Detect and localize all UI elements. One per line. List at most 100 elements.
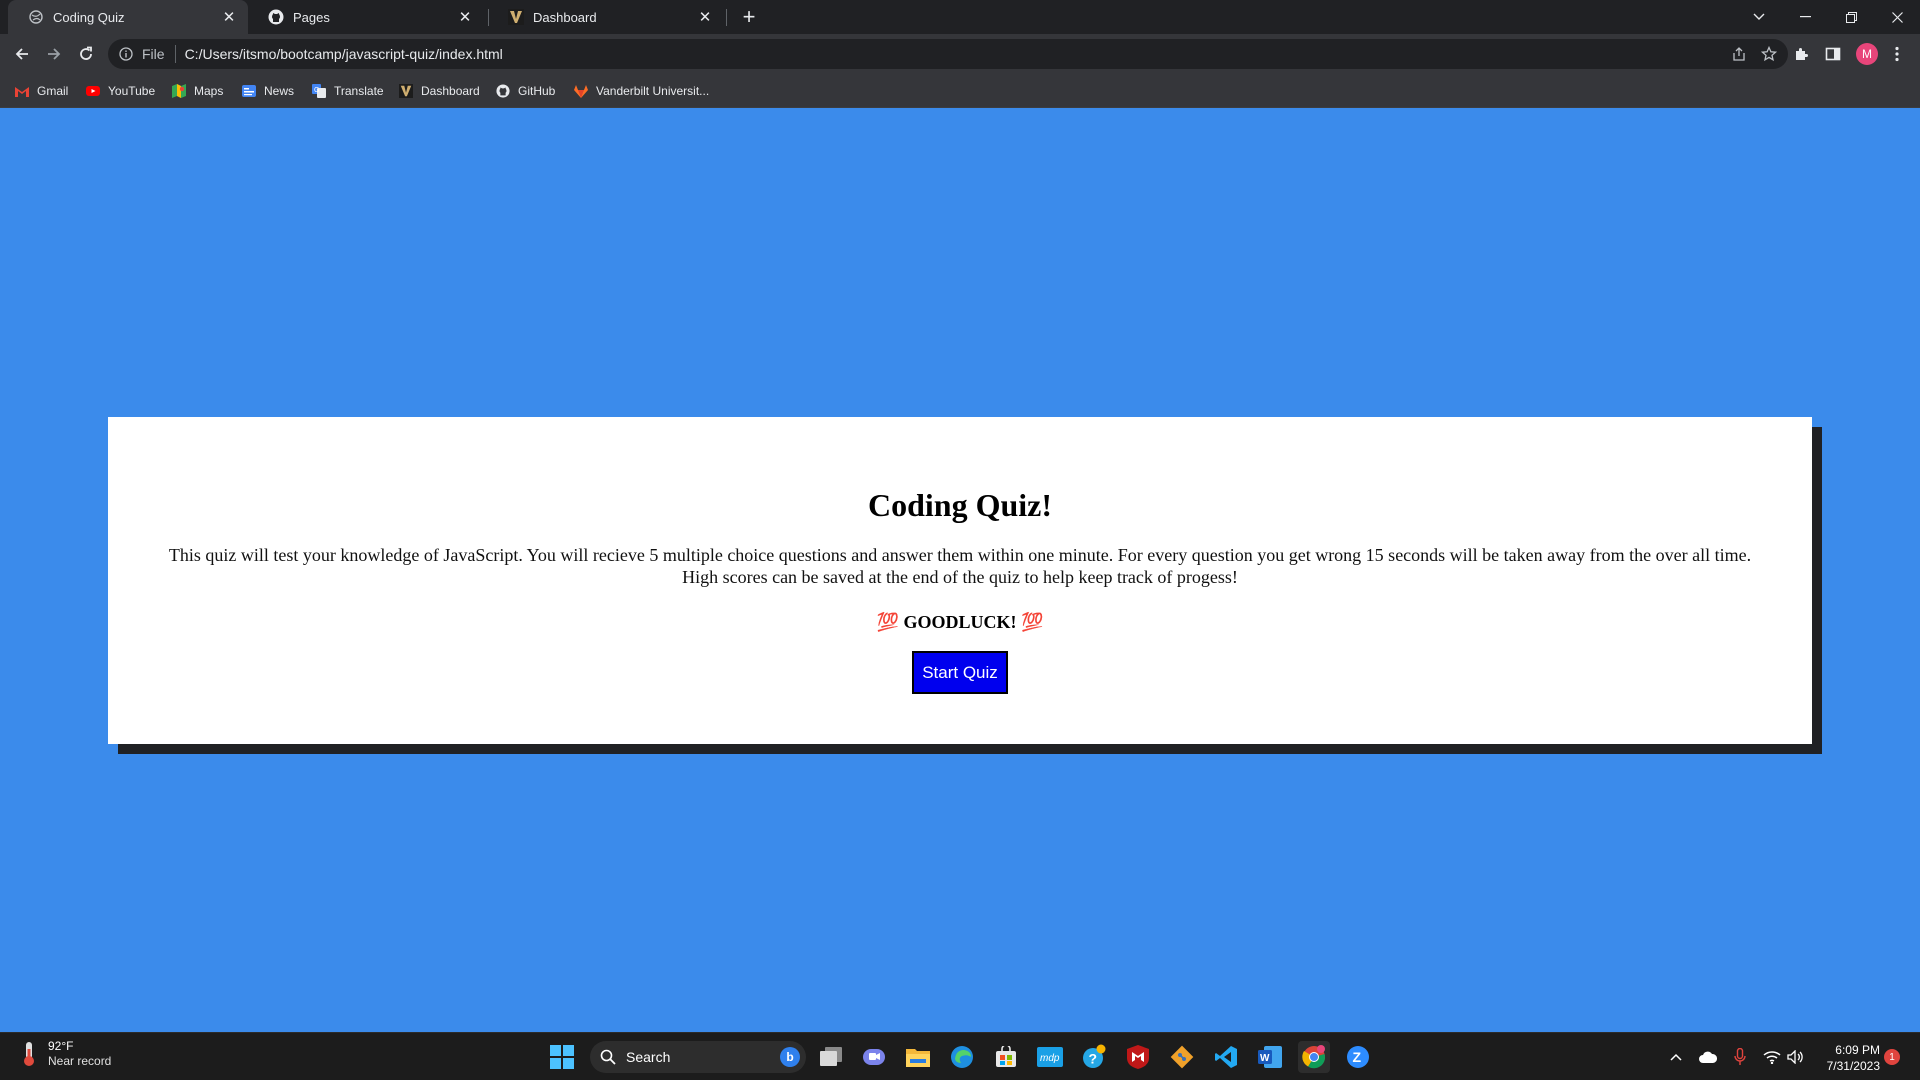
browser-toolbar: File C:/Users/itsmo/bootcamp/javascript-…	[0, 34, 1920, 74]
bookmark-label: Translate	[334, 84, 384, 98]
goodluck-text: 💯 GOODLUCK! 💯	[876, 612, 1044, 632]
microphone-icon[interactable]	[1730, 1047, 1750, 1067]
edge-icon[interactable]	[946, 1041, 978, 1073]
new-tab-button[interactable]: +	[736, 4, 762, 30]
tab-title: Dashboard	[533, 9, 597, 25]
teams-chat-icon[interactable]	[858, 1041, 890, 1073]
svg-text:Z: Z	[1353, 1049, 1362, 1065]
weather-temp: 92°F	[48, 1039, 74, 1053]
share-icon[interactable]	[1730, 45, 1748, 63]
svg-text:?: ?	[1089, 1051, 1098, 1067]
system-clock[interactable]: 6:09 PM 7/31/2023	[1810, 1042, 1880, 1074]
tab-title: Coding Quiz	[53, 9, 125, 25]
bookmark-label: News	[264, 84, 295, 98]
bookmark-github[interactable]: GitHub	[495, 81, 555, 101]
weather-condition: Near record	[48, 1054, 112, 1068]
bookmark-vanderbilt[interactable]: Vanderbilt Universit...	[573, 81, 709, 101]
mcafee-icon[interactable]	[1122, 1041, 1154, 1073]
reload-icon[interactable]	[72, 40, 100, 68]
side-panel-icon[interactable]	[1822, 43, 1844, 65]
vscode-icon[interactable]	[1210, 1041, 1242, 1073]
tab-search-icon[interactable]	[1736, 0, 1782, 34]
vanderbilt-v-icon	[508, 9, 524, 25]
globe-icon	[28, 9, 44, 25]
file-explorer-icon[interactable]	[902, 1041, 934, 1073]
info-icon[interactable]	[118, 46, 134, 62]
clock-time: 6:09 PM	[1835, 1043, 1880, 1057]
bookmark-translate[interactable]: G Translate	[311, 81, 384, 101]
bookmark-label: YouTube	[108, 84, 156, 98]
svg-text:G: G	[314, 87, 319, 94]
bookmark-star-icon[interactable]	[1760, 45, 1778, 63]
svg-text:W: W	[1260, 1053, 1270, 1064]
tab-dashboard[interactable]: Dashboard ✕	[488, 0, 724, 34]
bookmark-label: Maps	[194, 84, 224, 98]
scheme-label: File	[142, 46, 165, 62]
wifi-icon[interactable]	[1762, 1047, 1782, 1067]
bookmark-label: Dashboard	[421, 84, 480, 98]
page-viewport: Coding Quiz! This quiz will test your kn…	[0, 108, 1920, 1032]
github-icon	[495, 83, 511, 99]
extensions-icon[interactable]	[1790, 43, 1812, 65]
git-icon[interactable]	[1166, 1041, 1198, 1073]
bookmark-dashboard[interactable]: Dashboard	[398, 81, 480, 101]
windows-taskbar: 92°F Near record Search b mdp ? W Z 6:09…	[0, 1032, 1920, 1080]
thermometer-icon	[18, 1039, 40, 1069]
close-tab-icon[interactable]: ✕	[456, 8, 474, 26]
restore-icon[interactable]	[1828, 0, 1874, 34]
quiz-description: This quiz will test your knowledge of Ja…	[168, 545, 1752, 587]
page-title: Coding Quiz!	[867, 487, 1053, 523]
bookmarks-bar: Gmail YouTube Maps News G Translate Dash…	[0, 74, 1920, 108]
mdp-icon[interactable]: mdp	[1034, 1041, 1066, 1073]
forward-arrow-icon[interactable]	[40, 40, 68, 68]
bookmark-news[interactable]: News	[241, 81, 294, 101]
bookmark-label: Vanderbilt Universit...	[596, 84, 710, 98]
help-icon[interactable]: ?	[1078, 1041, 1110, 1073]
search-placeholder: Search	[626, 1049, 671, 1065]
windows-start-icon[interactable]	[550, 1045, 574, 1069]
bookmark-label: GitHub	[518, 84, 556, 98]
menu-kebab-icon[interactable]	[1886, 43, 1908, 65]
task-view-icon[interactable]	[815, 1041, 847, 1073]
chevron-up-icon[interactable]	[1666, 1047, 1686, 1067]
news-icon	[241, 83, 257, 99]
bookmark-label: Gmail	[37, 84, 69, 98]
volume-icon[interactable]	[1786, 1047, 1806, 1067]
close-tab-icon[interactable]: ✕	[220, 8, 238, 26]
vanderbilt-v-icon	[398, 83, 414, 99]
bookmark-youtube[interactable]: YouTube	[85, 81, 155, 101]
minimize-icon[interactable]	[1782, 0, 1828, 34]
bing-icon[interactable]: b	[780, 1047, 800, 1067]
maps-icon	[171, 83, 187, 99]
tab-coding-quiz[interactable]: Coding Quiz ✕	[8, 0, 248, 34]
onedrive-icon[interactable]	[1698, 1047, 1718, 1067]
translate-icon: G	[311, 83, 327, 99]
omnibox-divider	[174, 45, 176, 63]
weather-widget[interactable]: 92°F Near record	[18, 1039, 111, 1069]
taskbar-search[interactable]: Search b	[590, 1041, 806, 1073]
url-text[interactable]: C:/Users/itsmo/bootcamp/javascript-quiz/…	[185, 46, 503, 62]
bookmark-gmail[interactable]: Gmail	[14, 81, 68, 101]
tab-separator	[726, 9, 727, 26]
close-window-icon[interactable]	[1874, 0, 1920, 34]
chrome-icon[interactable]	[1298, 1041, 1330, 1073]
close-tab-icon[interactable]: ✕	[696, 8, 714, 26]
zoom-icon[interactable]: Z	[1342, 1041, 1374, 1073]
back-arrow-icon[interactable]	[8, 40, 36, 68]
github-icon	[268, 9, 284, 25]
gmail-icon	[14, 83, 30, 99]
notification-badge[interactable]: 1	[1884, 1049, 1900, 1065]
start-quiz-button[interactable]: Start Quiz	[912, 651, 1008, 694]
word-icon[interactable]: W	[1254, 1041, 1286, 1073]
quiz-intro-card: Coding Quiz! This quiz will test your kn…	[108, 417, 1812, 744]
gitlab-icon	[573, 83, 589, 99]
profile-avatar[interactable]: M	[1856, 43, 1878, 65]
search-icon	[600, 1049, 616, 1065]
youtube-icon	[85, 83, 101, 99]
tab-pages[interactable]: Pages ✕	[248, 0, 484, 34]
bookmark-maps[interactable]: Maps	[171, 81, 223, 101]
tab-strip: Coding Quiz ✕ Pages ✕ Dashboard ✕ +	[0, 0, 1920, 34]
address-bar[interactable]: File C:/Users/itsmo/bootcamp/javascript-…	[108, 39, 1788, 69]
microsoft-store-icon[interactable]	[990, 1041, 1022, 1073]
tab-title: Pages	[293, 9, 330, 25]
